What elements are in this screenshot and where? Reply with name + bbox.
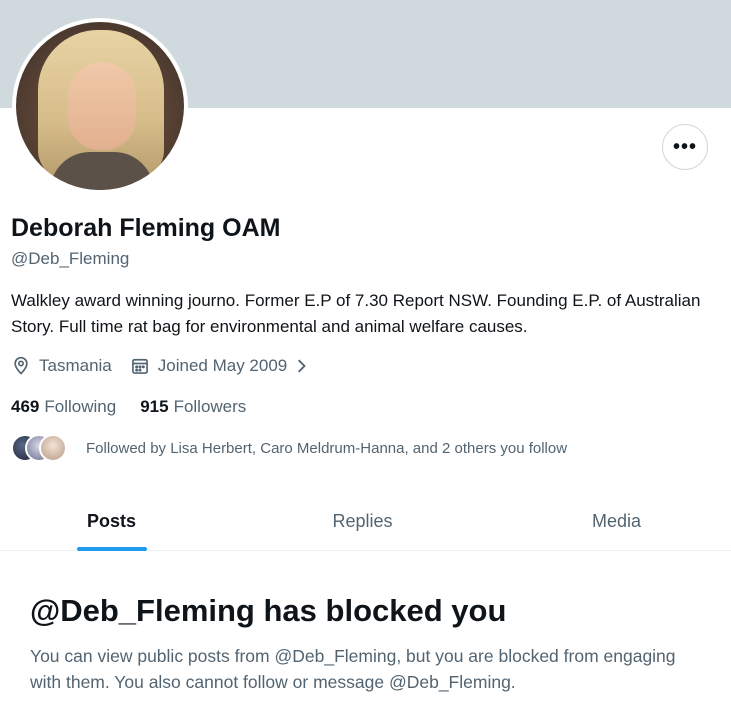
profile-location: Tasmania [39,356,112,375]
profile-joined-date: Joined May 2009 [157,356,288,375]
profile-tabs: Posts Replies Media [0,492,731,551]
followed-by-avatars [11,433,73,463]
followers-label: Followers [173,397,247,416]
followed-by-text: Followed by Lisa Herbert, Caro Meldrum-H… [86,439,568,457]
calendar-icon [130,356,150,376]
chevron-right-icon[interactable] [295,356,309,376]
blocked-title: @Deb_Fleming has blocked you [30,593,507,628]
location-icon [11,356,31,376]
more-horizontal-icon: ••• [672,135,697,158]
tab-label: Replies [332,510,393,531]
tab-label: Posts [86,510,137,531]
profile-page: ••• Deborah Fleming OAM @Deb_Fleming Wal… [0,0,731,720]
profile-bio: Walkley award winning journo. Former E.P… [11,291,701,336]
following-label: Following [44,397,117,416]
profile-handle: @Deb_Fleming [11,249,130,268]
avatar-photo [16,22,184,190]
followed-by-link[interactable]: Followed by Lisa Herbert, Caro Meldrum-H… [11,433,567,463]
more-options-button[interactable]: ••• [662,124,708,170]
follow-counts: 469 Following 915 Followers [11,397,246,417]
avatar-face [68,62,136,150]
profile-meta: Tasmania Joined May 2009 [11,354,309,378]
tab-posts[interactable]: Posts [0,492,223,551]
profile-avatar[interactable] [12,18,188,194]
following-link[interactable]: 469 Following [11,397,116,417]
tab-media[interactable]: Media [502,492,731,550]
profile-display-name: Deborah Fleming OAM [11,214,281,242]
blocked-message: You can view public posts from @Deb_Flem… [30,646,676,692]
tab-label: Media [591,510,642,531]
followers-count: 915 [140,397,169,416]
following-count: 469 [11,397,40,416]
active-tab-indicator [77,547,147,551]
avatar [39,434,67,462]
tab-replies[interactable]: Replies [223,492,502,550]
followers-link[interactable]: 915 Followers [140,397,246,417]
